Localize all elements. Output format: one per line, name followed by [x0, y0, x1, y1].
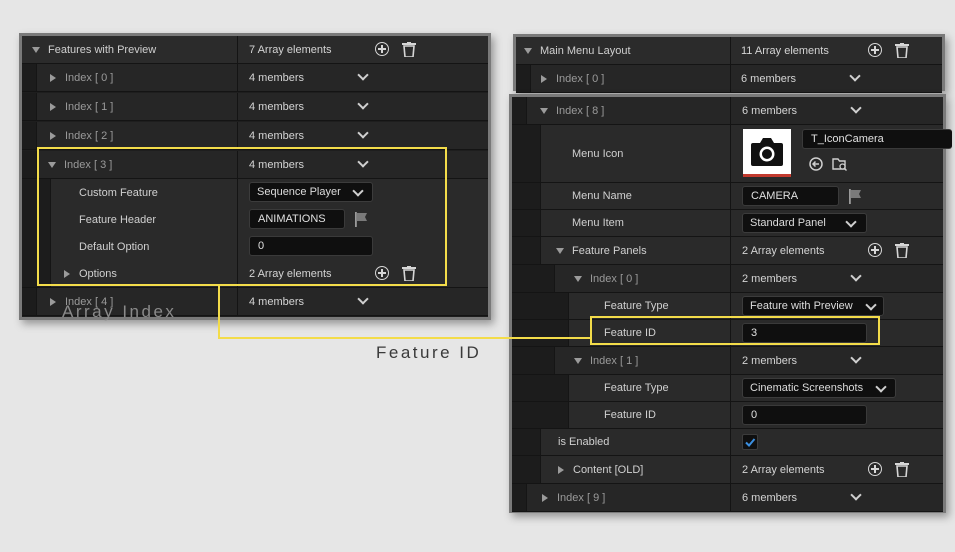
custom-feature-row: Custom Feature Sequence Player — [22, 179, 488, 207]
menu-entry-panel: Index [ 8 ] 6 members Menu Icon T_IconCa… — [509, 94, 952, 513]
list-item[interactable]: Index [ 0 ] 6 members — [516, 65, 942, 93]
menu-icon-row: Menu Icon T_IconCamera — [512, 125, 952, 183]
chevron-down-icon — [352, 185, 364, 197]
add-element-icon[interactable] — [375, 266, 389, 280]
chevron-down-icon[interactable] — [357, 156, 369, 168]
expand-arrow-icon[interactable] — [50, 131, 56, 140]
collapse-arrow-icon[interactable] — [540, 107, 548, 114]
menu-icon-asset-field[interactable]: T_IconCamera — [802, 129, 952, 149]
list-item[interactable]: Index [ 3 ] 4 members — [22, 151, 488, 179]
features-with-preview-panel: Features with Preview 7 Array elements I… — [19, 33, 491, 320]
expand-arrow-icon[interactable] — [558, 465, 564, 474]
chevron-down-icon[interactable] — [849, 70, 861, 82]
list-item[interactable]: Index [ 1 ] 4 members — [22, 93, 488, 121]
add-element-icon[interactable] — [868, 243, 882, 257]
connector-line — [218, 337, 590, 339]
chevron-down-icon[interactable] — [850, 270, 862, 282]
feature-header-row: Feature Header ANIMATIONS — [22, 206, 488, 234]
main-menu-layout-panel: Main Menu Layout 11 Array elements Index… — [513, 34, 945, 93]
collapse-arrow-icon[interactable] — [48, 161, 56, 168]
feature-panels-row[interactable]: Feature Panels 2 Array elements — [512, 237, 943, 265]
menu-name-input[interactable]: CAMERA — [742, 186, 839, 206]
use-selected-asset-icon[interactable] — [809, 157, 823, 171]
chevron-down-icon[interactable] — [850, 352, 862, 364]
feature-type-dropdown[interactable]: Feature with Preview — [742, 296, 884, 316]
list-item[interactable]: Index [ 8 ] 6 members — [512, 97, 943, 125]
options-row[interactable]: Options 2 Array elements — [22, 260, 488, 288]
chevron-down-icon — [845, 216, 857, 228]
chevron-down-icon — [875, 381, 887, 393]
list-item[interactable]: Index [ 2 ] 4 members — [22, 122, 488, 150]
feature-type-row: Feature Type Cinematic Screenshots — [512, 375, 943, 402]
trash-icon[interactable] — [402, 266, 416, 281]
list-item[interactable]: Index [ 9 ] 6 members — [512, 484, 943, 512]
menu-name-row: Menu Name CAMERA — [512, 183, 943, 210]
is-enabled-row: is Enabled — [512, 429, 943, 456]
feature-type-row: Feature Type Feature with Preview — [512, 293, 943, 320]
connector-line — [218, 286, 220, 339]
trash-icon[interactable] — [402, 42, 416, 57]
chevron-down-icon[interactable] — [850, 102, 862, 114]
main-menu-layout-header[interactable]: Main Menu Layout 11 Array elements — [516, 37, 942, 65]
browse-asset-icon[interactable] — [832, 157, 848, 171]
checkmark-icon — [745, 438, 756, 447]
list-item[interactable]: Index [ 1 ] 2 members — [512, 347, 943, 375]
array-count: 7 Array elements — [249, 43, 332, 56]
feature-id-input[interactable]: 3 — [742, 323, 867, 343]
default-option-row: Default Option 0 — [22, 233, 488, 261]
feature-header-input[interactable]: ANIMATIONS — [249, 209, 345, 229]
default-option-input[interactable]: 0 — [249, 236, 373, 256]
trash-icon[interactable] — [895, 462, 909, 477]
list-item[interactable]: Index [ 0 ] 4 members — [22, 64, 488, 92]
collapse-arrow-icon[interactable] — [574, 275, 582, 282]
chevron-down-icon[interactable] — [357, 293, 369, 305]
trash-icon[interactable] — [895, 243, 909, 258]
add-element-icon[interactable] — [868, 462, 882, 476]
features-with-preview-label: Features with Preview — [48, 43, 157, 56]
expand-arrow-icon[interactable] — [64, 269, 70, 278]
feature-type-dropdown[interactable]: Cinematic Screenshots — [742, 378, 896, 398]
chevron-down-icon — [865, 299, 877, 311]
menu-icon-thumbnail[interactable] — [743, 129, 791, 177]
is-enabled-checkbox[interactable] — [742, 434, 758, 450]
feature-id-row: Feature ID 3 — [512, 320, 943, 347]
expand-arrow-icon[interactable] — [542, 493, 548, 502]
feature-id-input[interactable]: 0 — [742, 405, 867, 425]
expand-arrow-icon[interactable] — [541, 74, 547, 83]
menu-item-dropdown[interactable]: Standard Panel — [742, 213, 867, 233]
menu-item-row: Menu Item Standard Panel — [512, 210, 943, 237]
expand-arrow-icon[interactable] — [32, 46, 40, 53]
expand-arrow-icon[interactable] — [50, 102, 56, 111]
chevron-down-icon[interactable] — [357, 98, 369, 110]
array-index-annotation: Array Index — [62, 302, 177, 321]
localization-flag-icon[interactable] — [848, 189, 862, 204]
feature-id-annotation: Feature ID — [376, 343, 482, 362]
add-element-icon[interactable] — [375, 42, 389, 56]
features-with-preview-header[interactable]: Features with Preview 7 Array elements — [22, 36, 488, 64]
add-element-icon[interactable] — [868, 43, 882, 57]
collapse-arrow-icon[interactable] — [556, 247, 564, 254]
expand-arrow-icon[interactable] — [50, 297, 56, 306]
chevron-down-icon[interactable] — [357, 127, 369, 139]
trash-icon[interactable] — [895, 43, 909, 58]
content-old-row[interactable]: Content [OLD] 2 Array elements — [512, 456, 943, 484]
custom-feature-dropdown[interactable]: Sequence Player — [249, 182, 373, 202]
chevron-down-icon[interactable] — [850, 489, 862, 501]
localization-flag-icon[interactable] — [354, 212, 368, 227]
collapse-arrow-icon[interactable] — [574, 357, 582, 364]
list-item[interactable]: Index [ 0 ] 2 members — [512, 265, 943, 293]
expand-arrow-icon[interactable] — [50, 73, 56, 82]
camera-icon — [751, 138, 783, 166]
feature-id-row: Feature ID 0 — [512, 402, 943, 429]
expand-arrow-icon[interactable] — [524, 47, 532, 54]
chevron-down-icon[interactable] — [357, 69, 369, 81]
